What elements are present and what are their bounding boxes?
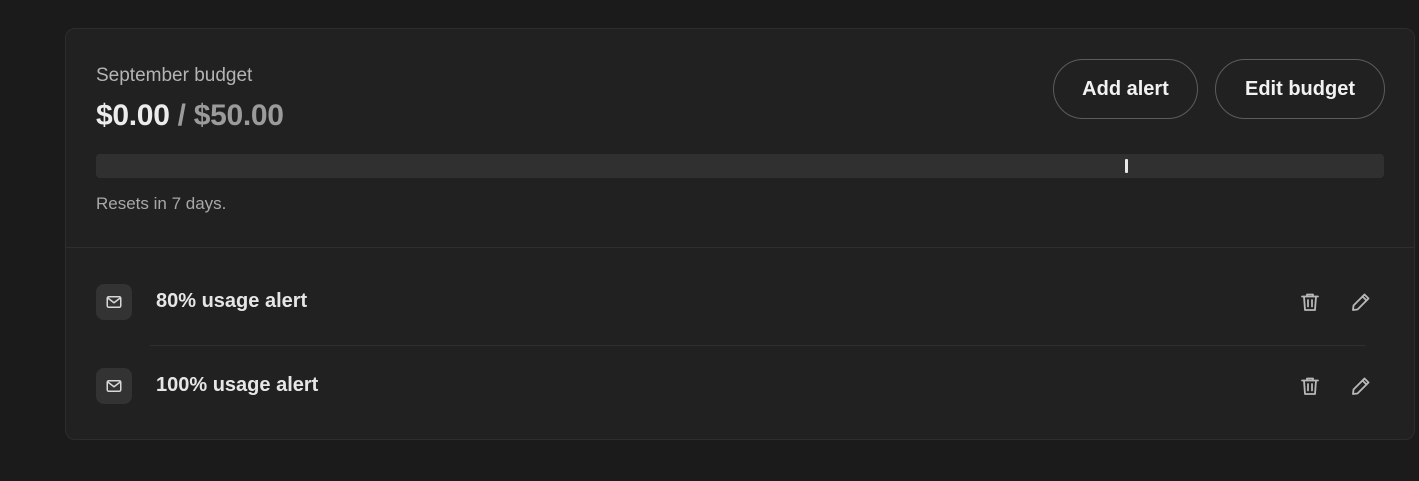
trash-icon[interactable] <box>1296 372 1324 400</box>
budget-limit: $50.00 <box>193 99 284 132</box>
alert-threshold-marker <box>1125 159 1128 173</box>
mail-icon <box>96 284 132 320</box>
mail-icon <box>96 368 132 404</box>
pencil-icon[interactable] <box>1347 288 1375 316</box>
budget-amount: $0.00 / $50.00 <box>96 99 284 133</box>
budget-progress-bar <box>96 154 1384 178</box>
budget-spent: $0.00 <box>96 99 170 132</box>
budget-card: September budget $0.00 / $50.00 Add aler… <box>65 28 1415 440</box>
budget-separator: / <box>169 99 194 132</box>
alert-row-divider <box>150 345 1366 346</box>
reset-notice: Resets in 7 days. <box>96 194 227 213</box>
edit-budget-button[interactable]: Edit budget <box>1215 59 1385 119</box>
alert-row: 80% usage alert <box>96 284 1386 320</box>
alert-label: 80% usage alert <box>156 290 308 312</box>
alert-label: 100% usage alert <box>156 374 319 396</box>
section-divider <box>66 247 1414 248</box>
budget-title: September budget <box>96 65 253 86</box>
pencil-icon[interactable] <box>1347 372 1375 400</box>
alert-row: 100% usage alert <box>96 368 1386 404</box>
clipped-heading-fragment <box>96 0 316 2</box>
trash-icon[interactable] <box>1296 288 1324 316</box>
add-alert-button[interactable]: Add alert <box>1053 59 1198 119</box>
